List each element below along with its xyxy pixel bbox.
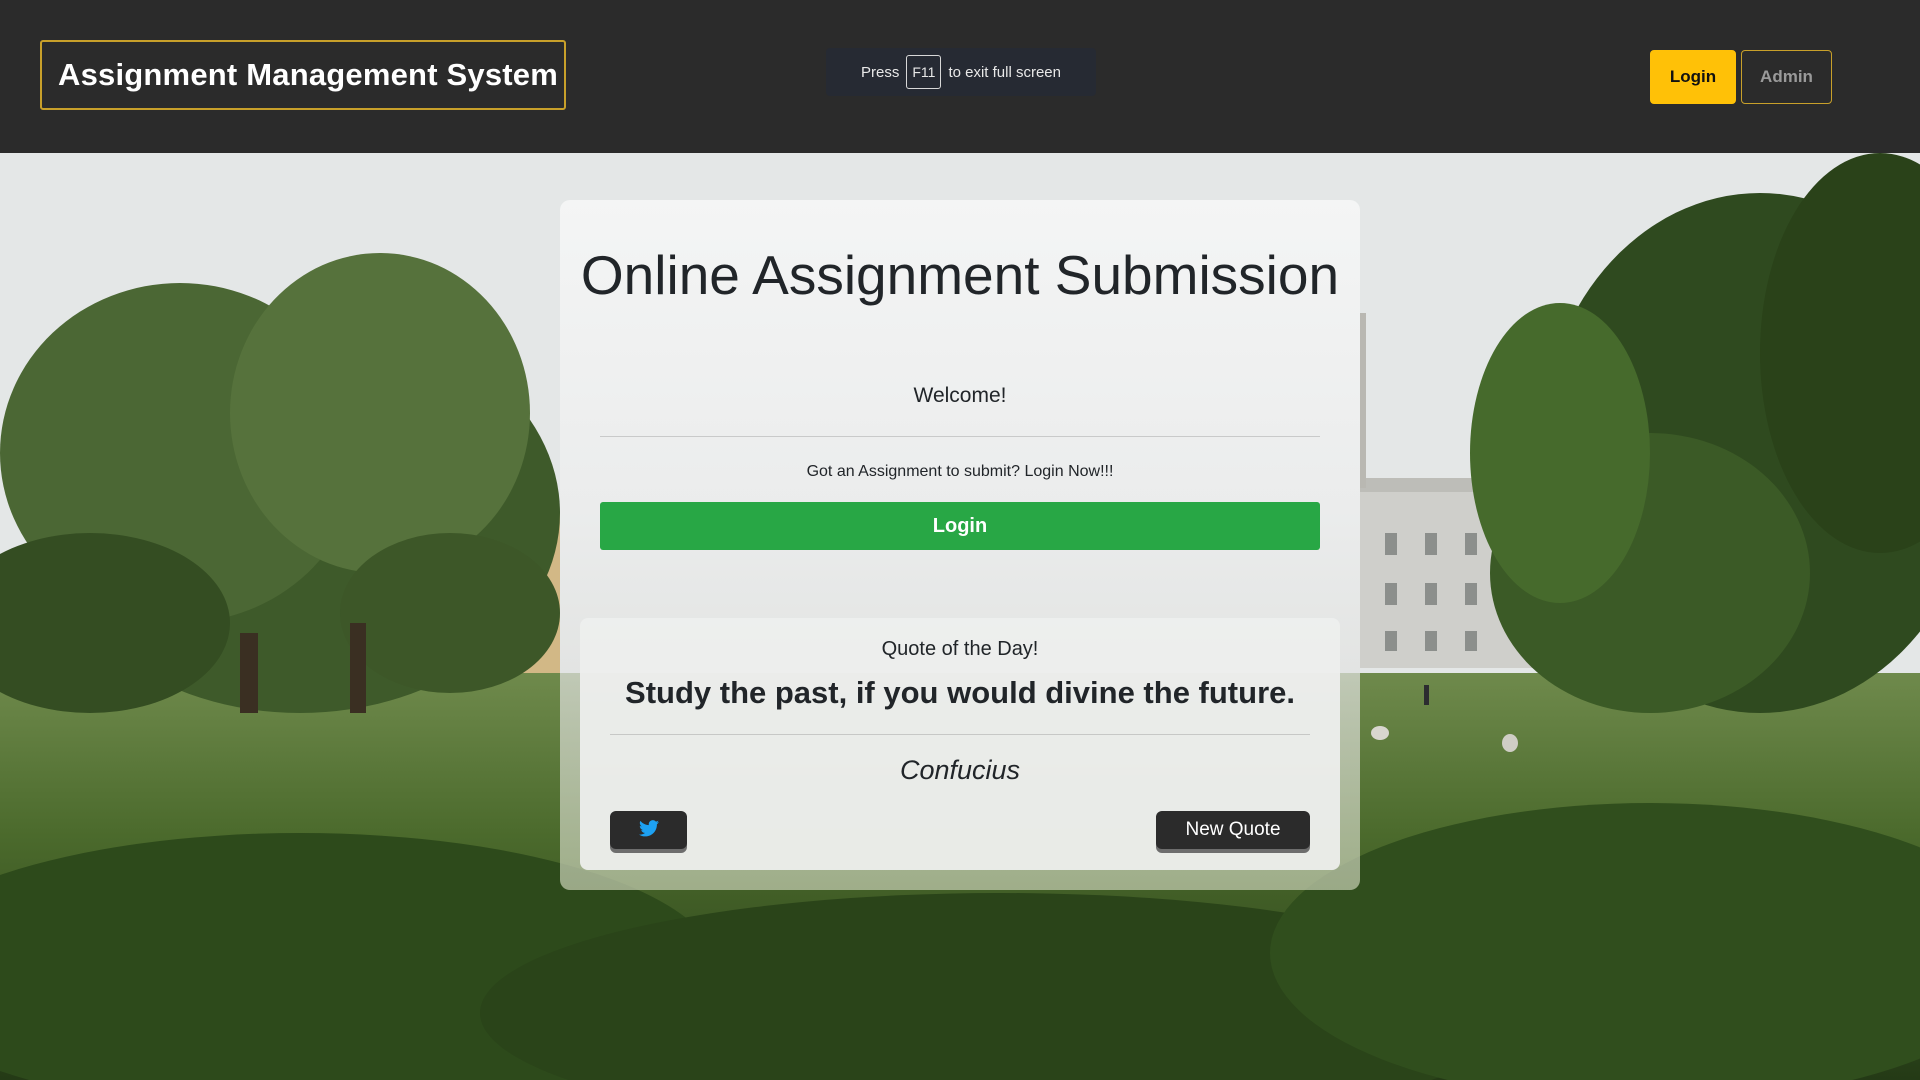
fullscreen-key-badge: F11 bbox=[906, 55, 942, 89]
quote-text: Study the past, if you would divine the … bbox=[625, 675, 1295, 710]
quote-box: Quote of the Day! Study the past, if you… bbox=[580, 618, 1340, 870]
welcome-text: Welcome! bbox=[913, 384, 1007, 407]
top-navbar: Assignment Management System Press F11 t… bbox=[0, 0, 1920, 153]
page-title: Online Assignment Submission bbox=[580, 244, 1340, 306]
brand-title[interactable]: Assignment Management System bbox=[58, 57, 558, 93]
new-quote-button[interactable]: New Quote bbox=[1156, 811, 1310, 849]
card-divider bbox=[600, 436, 1320, 437]
quote-heading: Quote of the Day! bbox=[881, 638, 1039, 660]
brand-box[interactable]: Assignment Management System bbox=[40, 40, 566, 110]
quote-author: Confucius bbox=[899, 755, 1021, 785]
submission-card: Online Assignment Submission Welcome! Go… bbox=[560, 200, 1360, 890]
fullscreen-notice: Press F11 to exit full screen bbox=[826, 48, 1096, 96]
fullscreen-notice-press: Press bbox=[861, 63, 900, 81]
main-login-button[interactable]: Login bbox=[600, 502, 1320, 550]
tweet-quote-button[interactable] bbox=[610, 811, 687, 849]
quote-divider bbox=[610, 734, 1310, 735]
fullscreen-notice-suffix: to exit full screen bbox=[948, 63, 1061, 81]
twitter-icon bbox=[638, 820, 659, 840]
nav-admin-button[interactable]: Admin bbox=[1741, 50, 1832, 104]
login-prompt: Got an Assignment to submit? Login Now!!… bbox=[806, 463, 1114, 480]
nav-login-button[interactable]: Login bbox=[1650, 50, 1736, 104]
